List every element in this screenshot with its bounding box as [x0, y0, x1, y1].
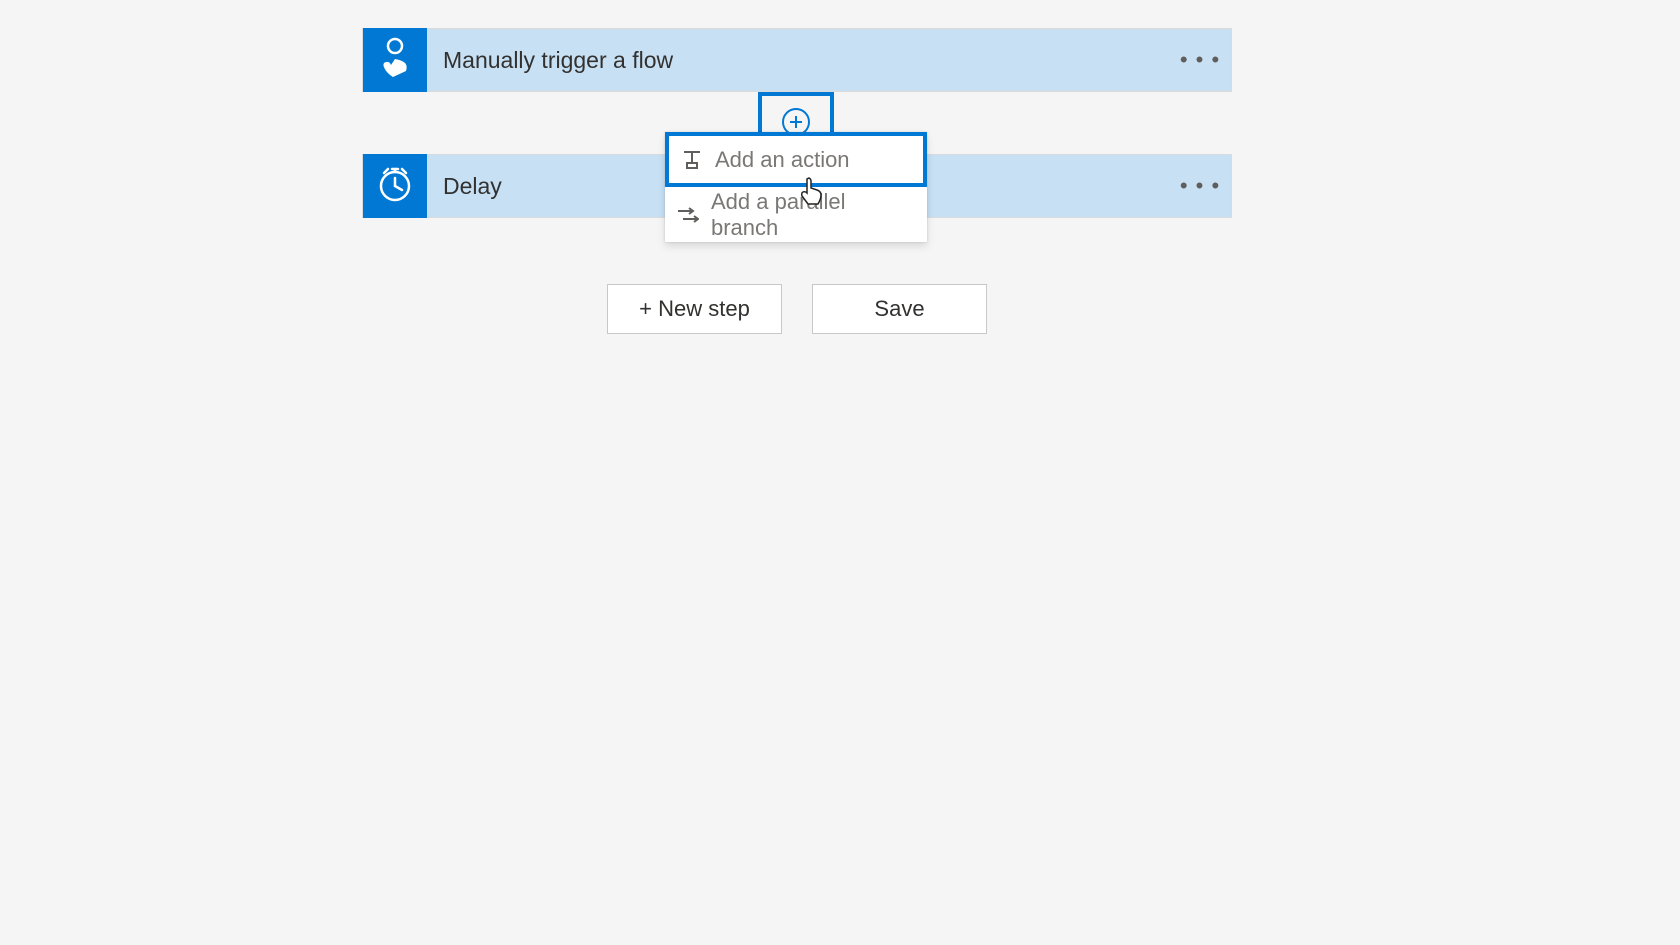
new-step-button[interactable]: + New step — [607, 284, 782, 334]
delay-icon-box — [363, 154, 427, 218]
menu-item-label: Add a parallel branch — [711, 189, 915, 241]
touch-icon — [378, 37, 412, 84]
trigger-more-button[interactable]: • • • — [1175, 29, 1225, 91]
menu-item-label: Add an action — [715, 147, 850, 173]
save-button[interactable]: Save — [812, 284, 987, 334]
new-step-label: + New step — [639, 296, 750, 322]
delay-more-button[interactable]: • • • — [1175, 155, 1225, 217]
more-icon: • • • — [1180, 173, 1220, 199]
parallel-branch-icon — [677, 204, 699, 226]
trigger-icon-box — [363, 28, 427, 92]
insert-step-menu: Add an action Add a parallel branch — [665, 132, 927, 242]
trigger-card[interactable]: Manually trigger a flow • • • — [362, 28, 1232, 92]
clock-icon — [376, 165, 414, 208]
add-action-icon — [681, 149, 703, 171]
more-icon: • • • — [1180, 47, 1220, 73]
footer-actions: + New step Save — [607, 284, 987, 334]
menu-item-add-action[interactable]: Add an action — [665, 132, 927, 187]
trigger-title: Manually trigger a flow — [443, 47, 1175, 74]
save-label: Save — [874, 296, 924, 322]
menu-item-add-parallel-branch[interactable]: Add a parallel branch — [665, 187, 927, 242]
flow-canvas: Manually trigger a flow • • • — [0, 0, 1680, 945]
